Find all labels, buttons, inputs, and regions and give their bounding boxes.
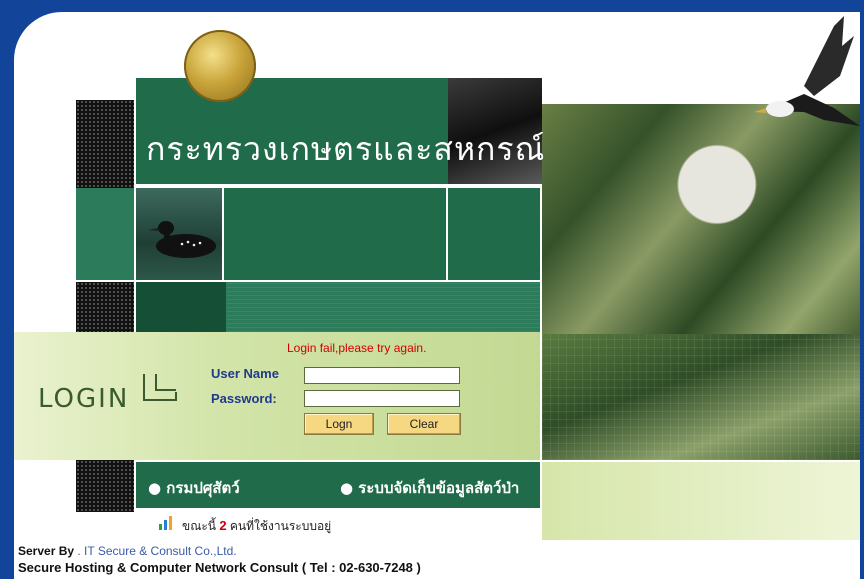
- decor-block: [76, 282, 134, 332]
- login-button[interactable]: Logn: [304, 413, 374, 435]
- footer-hosting: Secure Hosting & Computer Network Consul…: [18, 560, 421, 575]
- login-logo: LOGIN: [36, 364, 186, 424]
- password-label: Password:: [211, 391, 277, 406]
- online-count: 2: [219, 518, 227, 533]
- server-label: Server By: [18, 544, 75, 558]
- decor-block: [448, 188, 540, 280]
- nav-link-livestock[interactable]: ● กรมปศุสัตว์: [148, 476, 240, 500]
- login-bracket-icon: [143, 374, 177, 401]
- footer-server: Server By . IT Secure & Consult Co.,Ltd.: [18, 544, 237, 558]
- decor-block: [224, 188, 446, 280]
- ministry-seal-icon: [184, 30, 256, 102]
- decor-block: [226, 282, 540, 332]
- page-frame: กระทรวงเกษตรและสหกรณ์ LOGIN Login fail,p…: [14, 12, 860, 579]
- username-input[interactable]: [304, 367, 460, 384]
- username-label: User Name: [211, 366, 279, 381]
- loon-photo: [136, 188, 222, 280]
- login-error-message: Login fail,please try again.: [287, 341, 427, 355]
- decor-block: [542, 462, 860, 540]
- decor-block: [76, 188, 134, 280]
- password-input[interactable]: [304, 390, 460, 407]
- login-logo-text: LOGIN: [38, 384, 130, 414]
- eagle-icon: [754, 16, 860, 126]
- online-suffix: คนที่ใช้งานระบบอยู่: [229, 519, 332, 533]
- ministry-title: กระทรวงเกษตรและสหกรณ์: [146, 130, 546, 168]
- decor-block: [76, 100, 134, 188]
- nav-link-wildlife-data[interactable]: ● ระบบจัดเก็บข้อมูลสัตว์ป่า: [340, 476, 519, 500]
- online-users-text: ขณะนี้ 2 คนที่ใช้งานระบบอยู่: [182, 517, 331, 536]
- server-company-link[interactable]: . IT Secure & Consult Co.,Ltd.: [77, 544, 236, 558]
- nature-photo: [542, 334, 860, 460]
- decor-block: [76, 460, 134, 512]
- online-prefix: ขณะนี้: [182, 519, 216, 533]
- decor-block: [136, 282, 226, 332]
- clear-button[interactable]: Clear: [387, 413, 461, 435]
- bar-chart-icon: [159, 516, 172, 530]
